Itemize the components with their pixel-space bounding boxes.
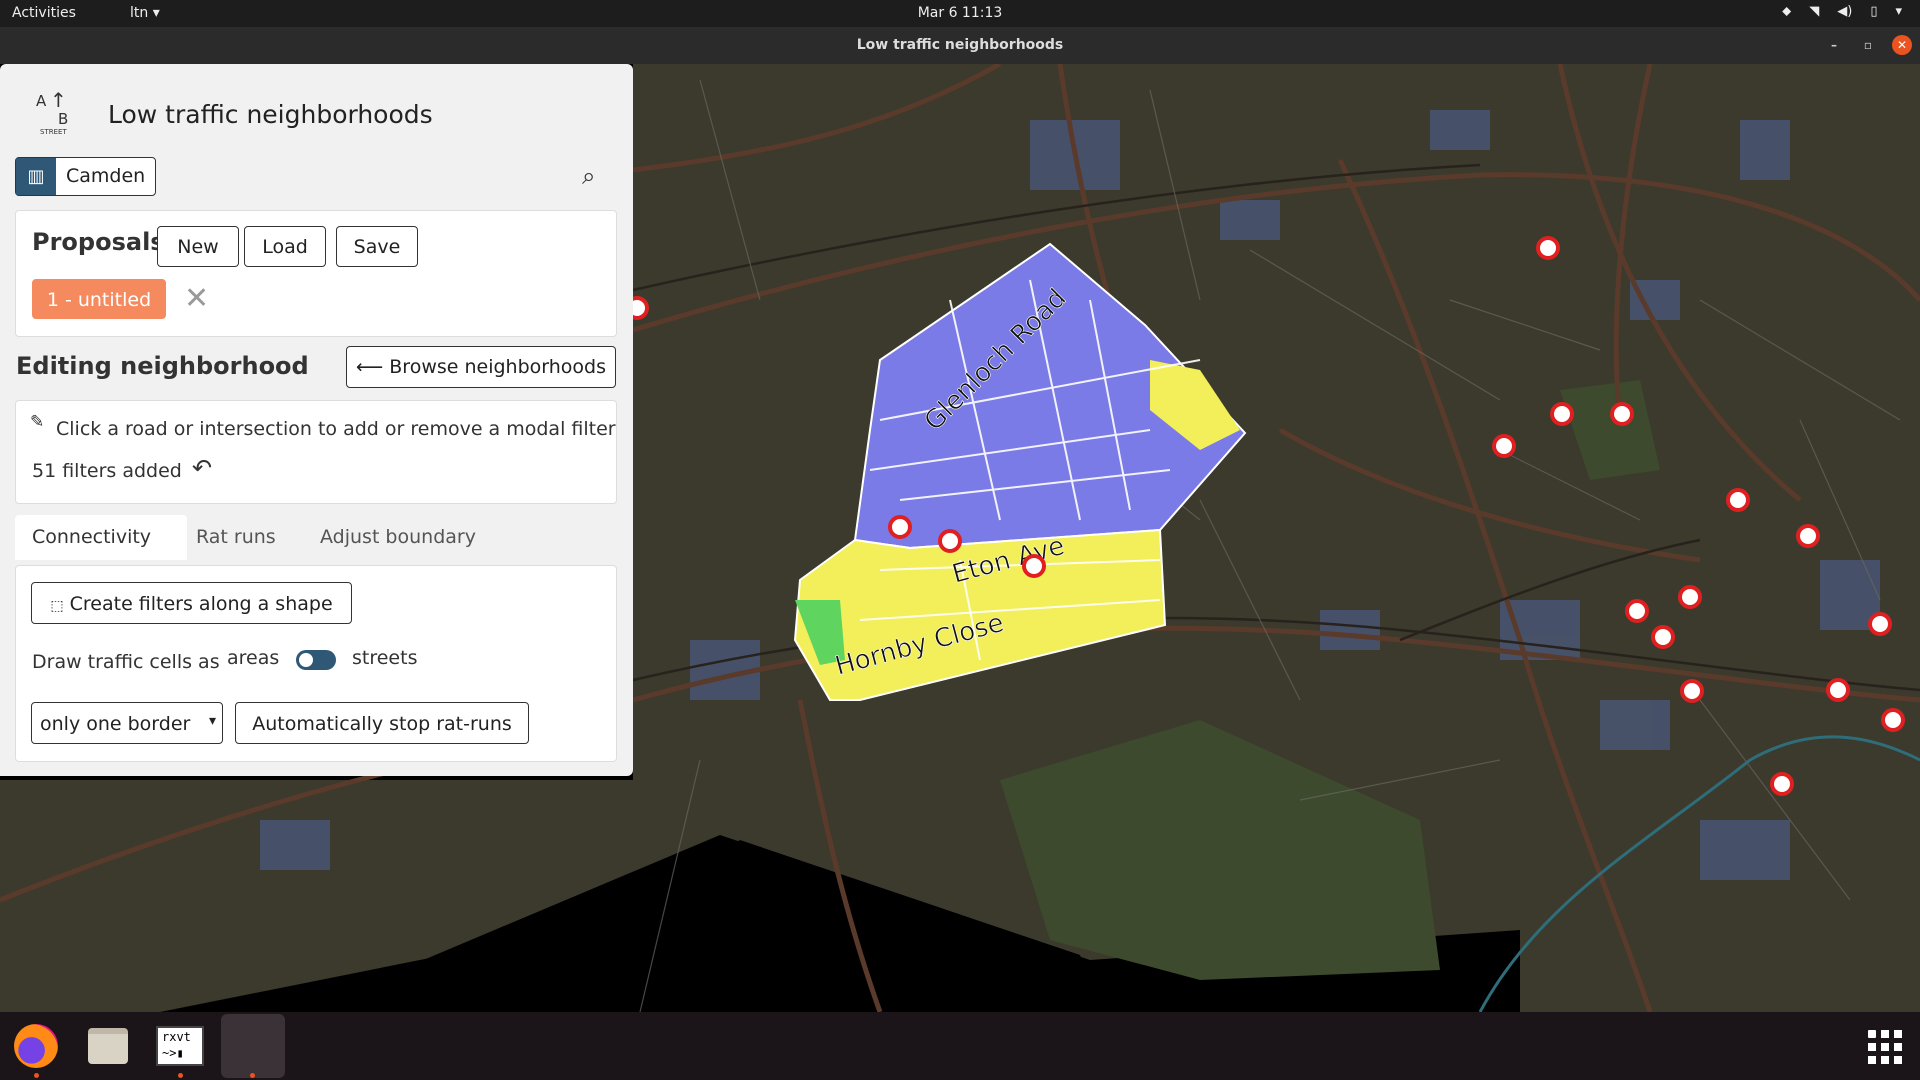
pencil-icon: ✎ xyxy=(30,412,45,432)
volume-icon[interactable]: ◀) xyxy=(1837,4,1852,19)
running-indicator xyxy=(178,1073,183,1078)
firefox-icon[interactable] xyxy=(10,1020,62,1072)
instructions-card xyxy=(15,400,617,504)
terminal-prompt-glyph: ~>▮ xyxy=(162,1046,184,1060)
active-app-icon[interactable] xyxy=(221,1014,285,1078)
create-filters-along-shape-button[interactable]: ⬚ Create filters along a shape xyxy=(31,582,352,624)
draw-cells-label: Draw traffic cells as xyxy=(32,651,220,673)
dock xyxy=(0,1012,1920,1080)
close-icon[interactable]: ✕ xyxy=(1892,35,1912,55)
window-titlebar[interactable]: Low traffic neighborhoods – ▫ ✕ xyxy=(0,27,1920,64)
running-indicator xyxy=(250,1073,255,1078)
map-icon: ▥ xyxy=(16,158,56,195)
browse-neighborhoods-button[interactable]: ⟵ Browse neighborhoods xyxy=(346,346,616,388)
system-tray[interactable]: ⬥ ◥ ◀) ▯ ▾ xyxy=(1782,4,1902,19)
logo-letter: A xyxy=(36,92,47,110)
restore-icon[interactable]: ▫ xyxy=(1858,35,1878,55)
battery-icon[interactable]: ▯ xyxy=(1870,4,1877,19)
search-icon[interactable]: ⌕ xyxy=(582,162,595,190)
tab-adjust-boundary[interactable]: Adjust boundary xyxy=(320,526,476,548)
chevron-down-icon[interactable]: ▾ xyxy=(1895,4,1902,19)
border-mode-value: only one border xyxy=(40,713,191,735)
clock[interactable]: Mar 6 11:13 xyxy=(0,5,1920,21)
save-proposal-button[interactable]: Save xyxy=(336,226,418,267)
arrow-up-icon: ↑ xyxy=(50,88,67,112)
auto-stop-rat-runs-button[interactable]: Automatically stop rat-runs xyxy=(235,702,529,744)
files-icon[interactable] xyxy=(82,1020,134,1072)
logo-subtext: STREET xyxy=(40,128,67,136)
terminal-label: rxvt xyxy=(162,1030,191,1044)
minimize-icon[interactable]: – xyxy=(1824,35,1844,55)
cells-style-toggle[interactable] xyxy=(296,650,336,670)
proposals-heading: Proposals xyxy=(32,228,165,256)
undo-icon[interactable]: ↶ xyxy=(192,454,212,482)
new-proposal-button[interactable]: New xyxy=(157,226,239,267)
top-bar: Activities ltn ▾ Mar 6 11:13 ⬥ ◥ ◀) ▯ ▾ xyxy=(0,0,1920,27)
browse-neighborhoods-label: Browse neighborhoods xyxy=(389,356,607,378)
load-proposal-button[interactable]: Load xyxy=(244,226,326,267)
tab-connectivity-label: Connectivity xyxy=(32,526,152,548)
toggle-right-label: streets xyxy=(352,647,418,669)
logo-letter: B xyxy=(58,110,69,128)
change-city-button[interactable]: ▥ Camden xyxy=(15,157,157,196)
app-grid-icon[interactable] xyxy=(1868,1030,1902,1064)
close-icon[interactable]: ✕ xyxy=(184,281,209,316)
instruction-text: Click a road or intersection to add or r… xyxy=(56,418,616,440)
app-title: Low traffic neighborhoods xyxy=(108,100,433,129)
terminal-icon[interactable]: rxvt ~>▮ xyxy=(154,1020,206,1072)
current-proposal-tab[interactable]: 1 - untitled xyxy=(32,279,166,319)
toggle-left-label: areas xyxy=(227,647,280,669)
filters-added-count: 51 filters added xyxy=(32,460,182,482)
window-title: Low traffic neighborhoods xyxy=(856,37,1064,53)
city-name: Camden xyxy=(66,165,146,187)
wifi-icon[interactable]: ◥ xyxy=(1809,4,1819,19)
editing-neighborhood-heading: Editing neighborhood xyxy=(16,352,309,380)
arrow-left-icon: ⟵ xyxy=(355,356,384,378)
select-shape-icon: ⬚ xyxy=(50,598,64,614)
chevron-down-icon: ▾ xyxy=(208,713,216,729)
create-filters-label: Create filters along a shape xyxy=(69,593,333,615)
tab-rat-runs[interactable]: Rat runs xyxy=(196,526,276,548)
a-b-street-logo-icon: A ↑ B STREET xyxy=(36,88,76,136)
border-mode-select[interactable]: only one border ▾ xyxy=(31,702,223,744)
toggle-knob xyxy=(299,653,313,667)
dropbox-icon[interactable]: ⬥ xyxy=(1782,4,1791,19)
running-indicator xyxy=(34,1073,39,1078)
